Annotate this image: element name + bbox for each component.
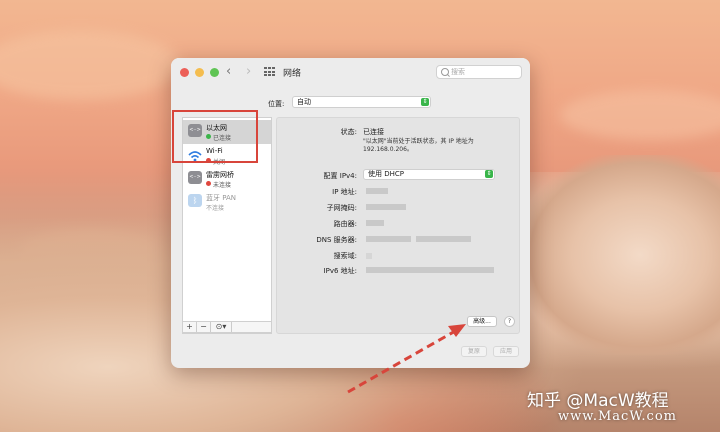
watermark-url: www.MacW.com [558,409,677,424]
watermark-zhihu: 知乎 @MacW教程 [527,391,669,411]
annotation-arrow-line [347,328,458,394]
annotation-arrow [347,324,466,394]
